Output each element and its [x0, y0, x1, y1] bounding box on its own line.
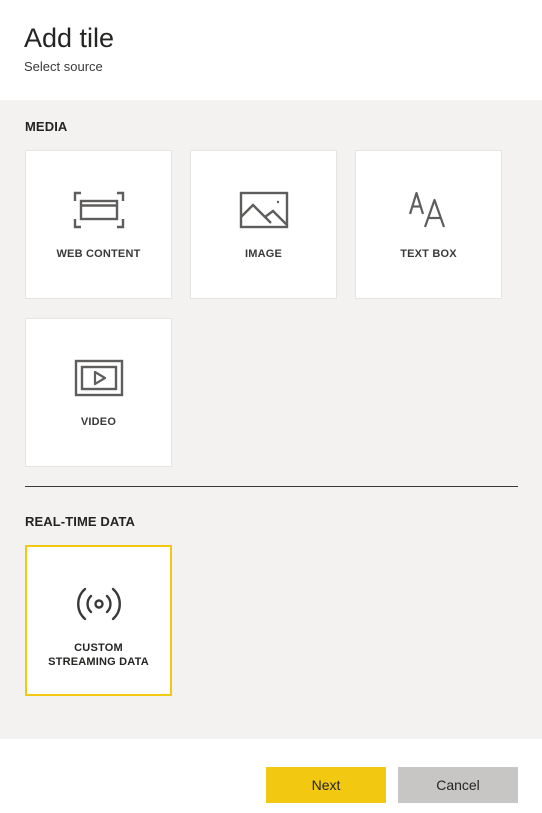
dialog-title: Add tile — [24, 23, 115, 53]
tile-label: WEB CONTENT — [56, 248, 141, 260]
tile-video[interactable]: VIDEO — [25, 318, 172, 467]
section-label-media: MEDIA — [25, 119, 68, 134]
section-divider — [25, 486, 518, 487]
tile-label: TEXT BOX — [400, 248, 457, 260]
source-picker: MEDIA WEB CONTENT IMAGE TEXT BOX VIDEO R… — [0, 100, 542, 739]
tile-web-content[interactable]: WEB CONTENT — [25, 150, 172, 299]
tile-label: CUSTOM STREAMING DATA — [27, 641, 170, 669]
streaming-icon — [76, 587, 121, 621]
tile-label-line: STREAMING DATA — [48, 656, 149, 668]
text-box-icon — [408, 191, 445, 228]
tile-custom-streaming-data[interactable]: CUSTOM STREAMING DATA — [25, 545, 172, 696]
cancel-button[interactable]: Cancel — [398, 767, 518, 803]
tile-image[interactable]: IMAGE — [190, 150, 337, 299]
next-button[interactable]: Next — [266, 767, 386, 803]
tile-text-box[interactable]: TEXT BOX — [355, 150, 502, 299]
dialog-header: Add tile Select source — [0, 0, 542, 100]
web-content-icon — [73, 191, 124, 229]
image-icon — [239, 191, 288, 229]
tile-label: VIDEO — [80, 416, 117, 428]
tile-label: IMAGE — [244, 248, 283, 260]
video-icon — [74, 359, 123, 397]
dialog-subtitle: Select source — [24, 59, 103, 74]
dialog-footer: Next Cancel — [0, 739, 542, 813]
tile-label-line: CUSTOM — [74, 642, 123, 654]
section-label-realtime: REAL-TIME DATA — [25, 514, 135, 529]
